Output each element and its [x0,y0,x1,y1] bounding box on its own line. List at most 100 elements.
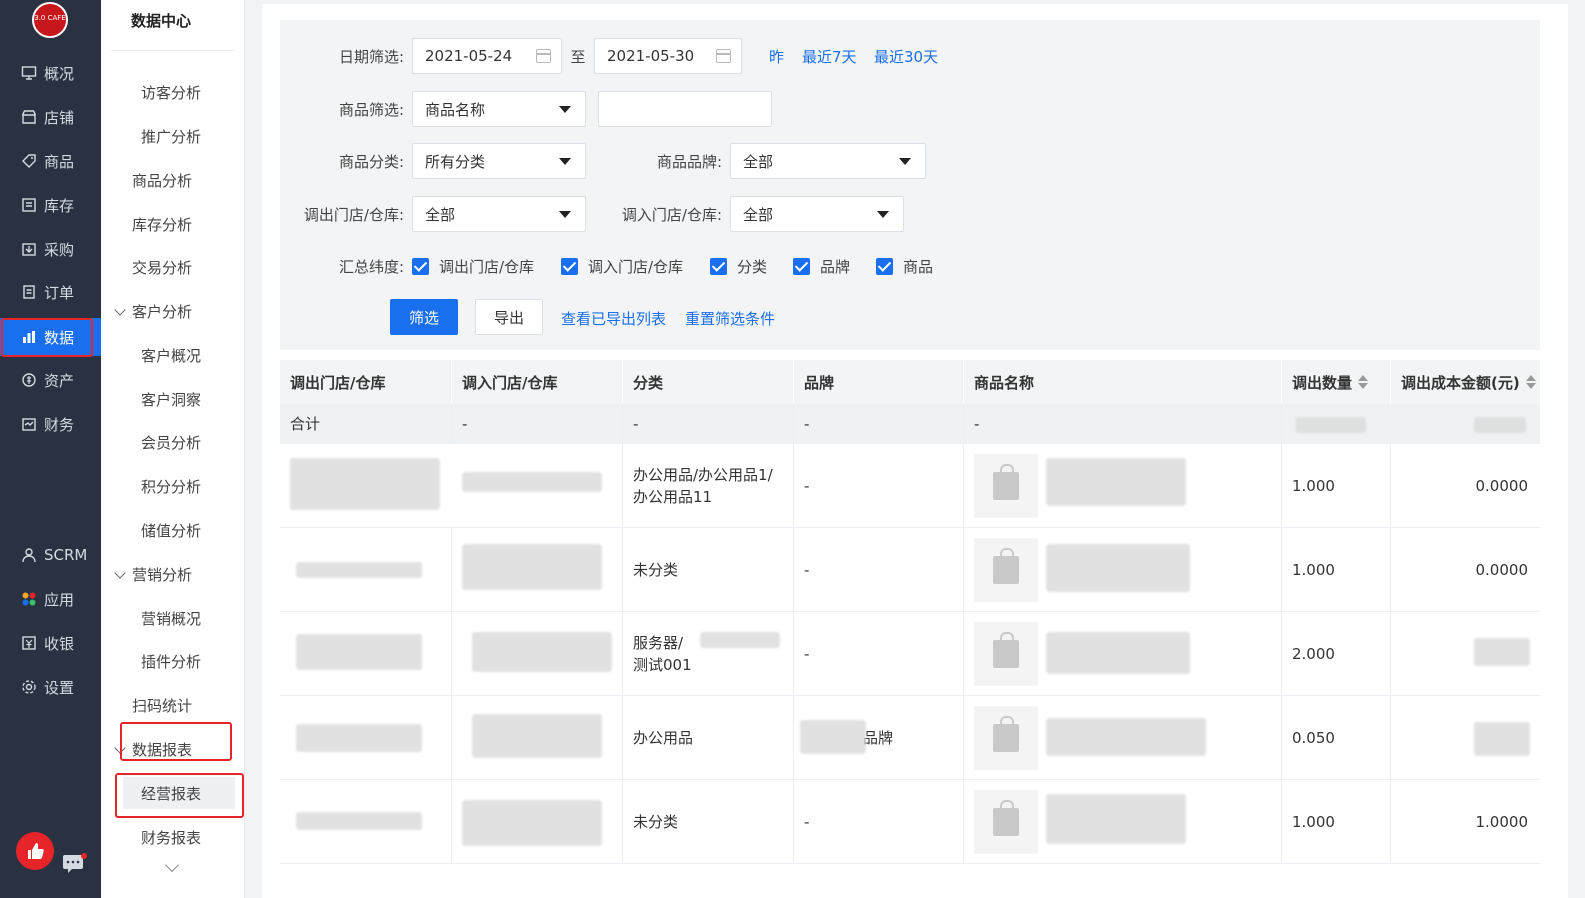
redacted-value [1046,632,1190,674]
finance-icon [20,415,38,433]
out-qty-cell: 1.000 [1282,780,1391,863]
submenu-item-customer-insight[interactable]: 客户洞察 [101,379,245,419]
redacted-value [800,720,866,754]
thumbs-up-button[interactable] [16,832,54,870]
redacted-value [700,632,780,648]
product-filter-select[interactable]: 商品名称 [412,91,586,127]
date-filter-label: 日期筛选: [338,48,404,66]
submenu-item-finance-report[interactable]: 财务报表 [101,817,245,857]
redacted-value [290,458,440,510]
nav-item-store[interactable]: 店铺 [0,97,101,137]
category-filter-label: 商品分类: [338,153,404,171]
total-cell: - [794,404,964,444]
dimension-checkbox-brand[interactable]: 品牌 [793,256,850,277]
submenu-group-reports[interactable]: 数据报表 [101,729,245,769]
filter-panel: 日期筛选: 2021-05-24 至 2021-05-30 昨 最近7天 最近3… [280,20,1540,350]
product-thumbnail [974,790,1038,854]
nav-item-inventory[interactable]: 库存 [0,185,101,225]
dimension-checkbox-product[interactable]: 商品 [876,256,933,277]
submenu-group-marketing[interactable]: 营销分析 [101,554,245,594]
filter-button[interactable]: 筛选 [390,299,458,335]
shopping-bag-icon [993,632,1019,668]
submenu-item-trade[interactable]: 交易分析 [101,247,245,287]
in-store-label: 调入门店/仓库: [621,206,722,224]
submenu-item-scan-stats[interactable]: 扫码统计 [101,685,245,725]
brand-cell: - [794,780,964,863]
product-keyword-input[interactable] [598,91,772,127]
redacted-value [296,634,422,670]
thumbs-up-icon [28,843,44,859]
redacted-value [1046,794,1186,844]
shopping-bag-icon [993,464,1019,500]
chevron-down-icon [114,567,126,579]
sort-icon[interactable] [1358,375,1369,389]
nav-item-finance[interactable]: 财务 [0,404,101,444]
nav-item-order[interactable]: 订单 [0,272,101,312]
quick-7days-link[interactable]: 最近7天 [802,46,857,67]
product-thumbnail [974,706,1038,770]
submenu-item-stored-value[interactable]: 储值分析 [101,510,245,550]
dimension-checkbox-category[interactable]: 分类 [710,256,767,277]
nav-item-data[interactable]: 数据 [0,318,101,356]
checkbox-checked-icon [876,258,893,275]
table-row: 办公用品/办公用品1/办公用品11 - 1.000 0.0000 [280,444,1540,528]
reset-filter-link[interactable]: 重置筛选条件 [685,308,775,329]
column-header-out-store: 调出门店/仓库 [280,360,452,404]
submenu-item-visitor[interactable]: 访客分析 [101,72,245,112]
dropdown-arrow-icon [559,158,571,165]
table-row: 未分类 - 1.000 0.0000 [280,528,1540,612]
submenu-group-customer[interactable]: 客户分析 [101,291,245,331]
brand-select[interactable]: 全部 [730,143,926,179]
out-cost-cell: 0.0000 [1475,560,1529,579]
column-header-out-qty[interactable]: 调出数量 [1282,360,1391,404]
asset-icon [20,371,38,389]
total-cell: - [964,404,1282,444]
submenu-item-inventory[interactable]: 库存分析 [101,204,245,244]
submenu-item-promotion[interactable]: 推广分析 [101,116,245,156]
category-cell: 未分类 [623,780,794,863]
submenu-item-customer-overview[interactable]: 客户概况 [101,335,245,375]
dimension-checkbox-out-store[interactable]: 调出门店/仓库 [412,256,534,277]
redacted-value [296,724,422,752]
submenu-item-goods[interactable]: 商品分析 [101,160,245,200]
nav-item-goods[interactable]: 商品 [0,141,101,181]
nav-item-scrm[interactable]: SCRM [0,535,101,575]
nav-item-apps[interactable]: 应用 [0,579,101,619]
category-select[interactable]: 所有分类 [412,143,586,179]
submenu-item-business-report[interactable]: 经营报表 [101,773,245,813]
sort-icon[interactable] [1525,375,1536,389]
quick-30days-link[interactable]: 最近30天 [874,46,938,67]
scroll-down-icon[interactable] [164,857,180,873]
nav-item-settings[interactable]: 设置 [0,667,101,707]
nav-item-purchase[interactable]: 采购 [0,229,101,269]
submenu-item-points[interactable]: 积分分析 [101,466,245,506]
quick-yesterday-link[interactable]: 昨 [769,46,784,67]
out-store-select[interactable]: 全部 [412,196,586,232]
dimension-checkbox-in-store[interactable]: 调入门店/仓库 [561,256,683,277]
date-end-input[interactable]: 2021-05-30 [594,38,742,74]
brand-logo[interactable]: 3.0 CAFE [32,2,68,38]
submenu-item-plugin[interactable]: 插件分析 [101,641,245,681]
chevron-down-icon [114,304,126,316]
table-row: 服务器/测试001 - 2.000 [280,612,1540,696]
export-button[interactable]: 导出 [475,299,543,335]
column-header-brand: 品牌 [794,360,964,404]
nav-item-asset[interactable]: 资产 [0,360,101,400]
checkbox-checked-icon [793,258,810,275]
nav-item-overview[interactable]: 概况 [0,53,101,93]
shopping-bag-icon [993,716,1019,752]
in-store-select[interactable]: 全部 [730,196,904,232]
nav-item-cashier[interactable]: 收银 [0,623,101,663]
out-qty-cell: 2.000 [1282,612,1391,695]
column-header-out-cost[interactable]: 调出成本金额(元) [1391,360,1540,404]
monitor-icon [20,64,38,82]
redacted-value [1474,722,1530,756]
chat-button[interactable] [62,852,88,874]
view-exported-link[interactable]: 查看已导出列表 [561,308,666,329]
tag-icon [20,152,38,170]
bar-chart-icon [20,328,38,346]
date-start-input[interactable]: 2021-05-24 [412,38,562,74]
redacted-value [296,812,422,830]
submenu-item-member[interactable]: 会员分析 [101,422,245,462]
submenu-item-marketing-overview[interactable]: 营销概况 [101,598,245,638]
